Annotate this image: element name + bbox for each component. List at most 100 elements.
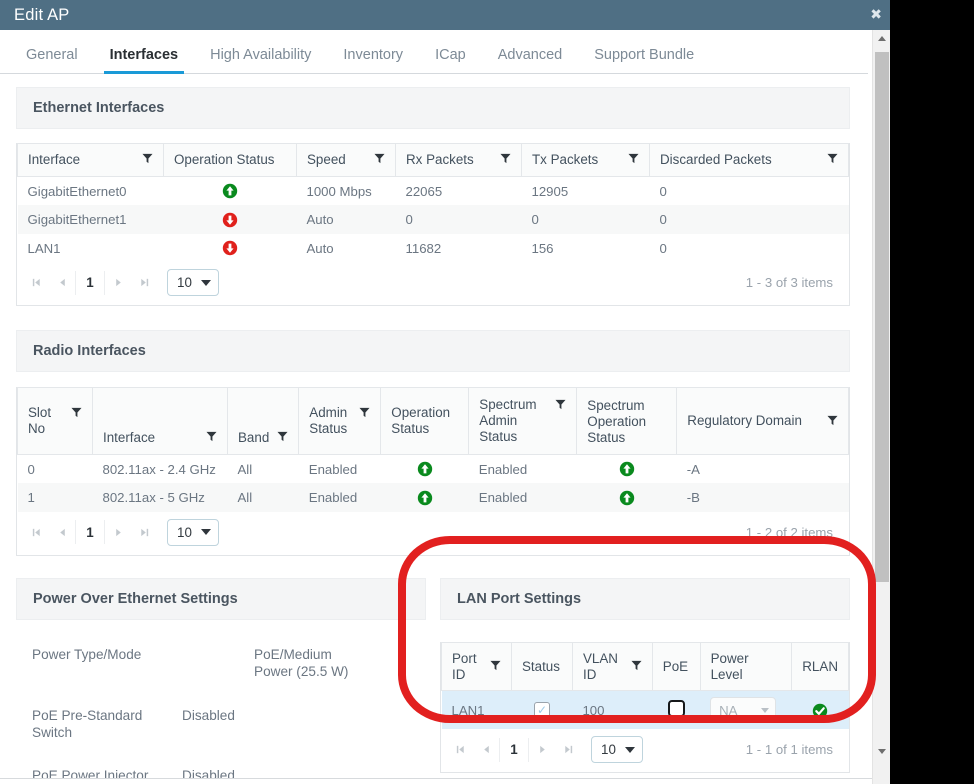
col-vlan-id[interactable]: VLAN ID — [571, 641, 653, 692]
tab-inventory[interactable]: Inventory — [327, 47, 419, 73]
page-size-select[interactable]: 10 — [167, 269, 219, 297]
cell-admin-status: Enabled — [308, 490, 358, 506]
last-page-icon[interactable] — [131, 272, 157, 294]
col-spectrum-admin-status[interactable]: Spectrum Admin Status — [468, 387, 578, 455]
poe-checkbox[interactable] — [667, 700, 685, 718]
filter-icon[interactable] — [490, 659, 501, 674]
radio-interfaces-section: Radio Interfaces — [16, 330, 850, 373]
col-poe[interactable]: PoE — [651, 641, 701, 692]
cell-port-id: LAN1 — [451, 702, 485, 718]
status-checkbox[interactable]: ✓ — [533, 702, 550, 719]
vertical-scrollbar[interactable] — [872, 30, 890, 784]
cell-speed: Auto — [306, 240, 334, 256]
col-spectrum-operation-status[interactable]: Spectrum Operation Status — [576, 387, 678, 455]
next-page-icon[interactable] — [529, 739, 555, 761]
filter-icon[interactable] — [374, 152, 385, 167]
ethernet-interfaces-table: Interface Operation Status Speed Rx Pack… — [17, 143, 849, 262]
table-row[interactable]: 1 802.11ax - 5 GHz All Enabled Enabled -… — [17, 483, 849, 512]
scroll-down-icon[interactable] — [873, 743, 890, 760]
cell-spectrum-admin-status: Enabled — [478, 461, 528, 477]
status-up-icon — [417, 461, 433, 477]
col-speed[interactable]: Speed — [296, 143, 396, 177]
col-rx-packets[interactable]: Rx Packets — [395, 143, 522, 177]
chevron-down-icon — [201, 279, 211, 286]
first-page-icon[interactable] — [23, 272, 49, 294]
cell-regulatory-domain: -B — [686, 490, 700, 506]
filter-icon[interactable] — [827, 152, 838, 167]
page-size-value: 10 — [601, 742, 616, 758]
table-row[interactable]: GigabitEthernet1 Auto 0 0 0 — [17, 205, 849, 234]
col-slot-no[interactable]: Slot No — [17, 387, 93, 455]
col-interface[interactable]: Interface — [92, 387, 228, 455]
next-page-icon[interactable] — [105, 272, 131, 294]
cell-operation-status — [164, 234, 297, 263]
power-level-value: NA — [719, 702, 738, 718]
col-power-level[interactable]: Power Level — [699, 641, 793, 692]
poe-row-power-injector-mac: PoE Power Injector MAC Address Disabled — [16, 741, 426, 783]
col-rlan[interactable]: RLAN — [791, 641, 849, 692]
col-operation-status[interactable]: Operation Status — [163, 143, 297, 177]
filter-icon[interactable] — [142, 152, 153, 167]
filter-icon[interactable] — [71, 406, 82, 421]
scroll-up-icon[interactable] — [873, 30, 890, 47]
page-number[interactable]: 1 — [75, 270, 105, 295]
col-band[interactable]: Band — [226, 387, 300, 455]
poe-value-pre-standard-switch: Disabled — [182, 707, 235, 723]
first-page-icon[interactable] — [447, 739, 473, 761]
page-size-value: 10 — [177, 524, 192, 540]
prev-page-icon[interactable] — [49, 272, 75, 294]
page-number[interactable]: 1 — [499, 737, 529, 762]
status-up-icon — [619, 490, 635, 506]
filter-icon[interactable] — [628, 152, 639, 167]
tab-high-availability[interactable]: High Availability — [194, 47, 327, 73]
lan-port-settings-pager: 1 10 1 - 1 of 1 items — [441, 729, 849, 773]
prev-page-icon[interactable] — [49, 521, 75, 543]
rlan-ok-icon — [812, 703, 828, 719]
chevron-down-icon — [625, 746, 635, 753]
last-page-icon[interactable] — [555, 739, 581, 761]
last-page-icon[interactable] — [131, 521, 157, 543]
tab-icap[interactable]: ICap — [419, 47, 482, 73]
filter-icon[interactable] — [206, 430, 217, 445]
filter-icon[interactable] — [277, 430, 288, 445]
tab-support-bundle[interactable]: Support Bundle — [578, 47, 710, 73]
filter-icon[interactable] — [359, 406, 370, 421]
lan-port-settings-table: Port ID Status VLAN ID PoE Power Level R… — [441, 641, 849, 730]
col-interface[interactable]: Interface — [17, 143, 164, 177]
filter-icon[interactable] — [500, 152, 511, 167]
prev-page-icon[interactable] — [473, 739, 499, 761]
col-admin-status[interactable]: Admin Status — [298, 387, 382, 455]
filter-icon[interactable] — [555, 398, 566, 413]
cell-vlan-id: 100 — [582, 702, 605, 718]
filter-icon[interactable] — [827, 414, 838, 429]
cell-operation-status — [381, 483, 469, 512]
chevron-down-icon — [201, 529, 211, 536]
scrollbar-thumb[interactable] — [875, 52, 889, 582]
ethernet-interfaces-header: Ethernet Interfaces — [16, 87, 850, 129]
first-page-icon[interactable] — [23, 521, 49, 543]
table-row[interactable]: 0 802.11ax - 2.4 GHz All Enabled Enabled — [18, 454, 849, 483]
table-row[interactable]: LAN1 ✓ 100 NA — [441, 690, 849, 730]
page-size-select[interactable]: 10 — [167, 518, 219, 546]
dialog-titlebar: Edit AP ✖ — [0, 0, 890, 30]
col-port-id[interactable]: Port ID — [441, 641, 512, 692]
page-size-select[interactable]: 10 — [591, 736, 643, 764]
close-icon[interactable]: ✖ — [870, 8, 882, 22]
table-row[interactable]: GigabitEthernet0 1000 Mbps 22065 12905 0 — [18, 176, 849, 205]
filter-icon[interactable] — [631, 659, 642, 674]
cell-rx-packets: 22065 — [405, 183, 443, 199]
col-tx-packets[interactable]: Tx Packets — [521, 143, 650, 177]
tab-interfaces[interactable]: Interfaces — [94, 47, 195, 74]
col-discarded-packets[interactable]: Discarded Packets — [649, 143, 849, 177]
cell-operation-status — [164, 205, 297, 234]
next-page-icon[interactable] — [105, 521, 131, 543]
col-status[interactable]: Status — [510, 641, 573, 692]
page-number[interactable]: 1 — [75, 520, 105, 545]
col-operation-status[interactable]: Operation Status — [380, 387, 470, 455]
col-regulatory-domain[interactable]: Regulatory Domain — [676, 387, 849, 455]
tab-advanced[interactable]: Advanced — [482, 47, 579, 73]
table-row[interactable]: LAN1 Auto 11682 156 0 — [18, 234, 849, 263]
tab-general[interactable]: General — [10, 47, 94, 73]
radio-interfaces-grid-wrap: Slot No Interface Band Admin Status Oper… — [16, 387, 850, 556]
power-level-select[interactable]: NA — [710, 697, 777, 724]
